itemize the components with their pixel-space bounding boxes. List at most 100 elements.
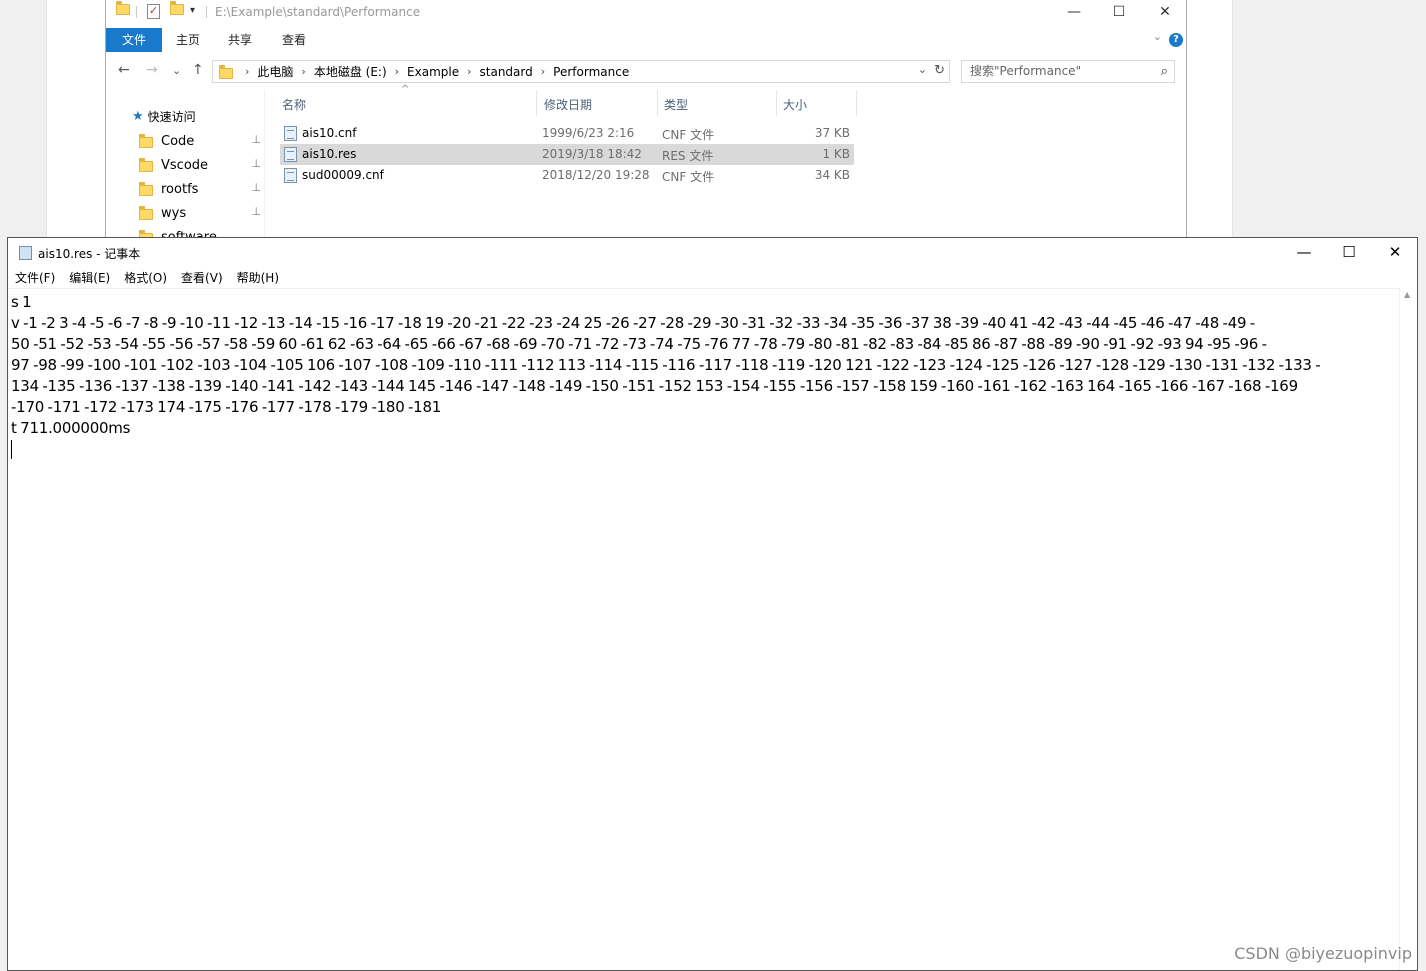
text-line: 50 -51 -52 -53 -54 -55 -56 -57 -58 -59 6… [11, 335, 1267, 353]
qa-folder-icon[interactable] [116, 1, 130, 15]
address-bar[interactable]: › 此电脑 › 本地磁盘 (E:) › Example › standard ›… [212, 60, 950, 83]
folder-icon [139, 134, 153, 148]
pin-icon: ⊥ [251, 205, 261, 218]
scroll-up-arrow-icon[interactable]: ▲ [1404, 290, 1410, 299]
back-arrow-icon[interactable]: ← [118, 62, 130, 78]
menu-file[interactable]: 文件(F) [8, 268, 62, 288]
notepad-window: ais10.res - 记事本 — ☐ ✕ 文件(F) 编辑(E) 格式(O) … [7, 237, 1418, 971]
qa-divider [136, 6, 137, 18]
file-size: 34 KB [814, 168, 850, 182]
pane-divider[interactable] [264, 90, 265, 239]
file-size: 37 KB [814, 126, 850, 140]
column-divider[interactable] [856, 90, 857, 116]
sidebar-item-label: wys [161, 205, 187, 221]
text-line: 97 -98 -99 -100 -101 -102 -103 -104 -105… [11, 356, 1321, 374]
breadcrumb-local-disk[interactable]: 本地磁盘 (E:) [314, 63, 387, 80]
sidebar-item-code[interactable]: Code ⊥ [139, 130, 261, 152]
search-icon[interactable]: ⌕ [1161, 61, 1168, 82]
background-window-right-edge [1187, 0, 1233, 240]
file-row[interactable]: sud00009.cnf 2018/12/20 19:28 CNF 文件 34 … [280, 165, 854, 186]
file-type: RES 文件 [662, 149, 714, 163]
column-divider[interactable] [657, 90, 658, 116]
tab-file[interactable]: 文件 [106, 28, 162, 52]
forward-arrow-icon[interactable]: → [146, 62, 158, 78]
qa-customize-dropdown-icon[interactable]: ▾ [190, 5, 195, 16]
text-caret [11, 440, 12, 459]
file-row[interactable]: ais10.cnf 1999/6/23 2:16 CNF 文件 37 KB [280, 123, 854, 144]
ribbon-tabs: 文件 主页 共享 查看 ⌄ ? [106, 28, 1186, 52]
menu-help[interactable]: 帮助(H) [230, 268, 286, 288]
sidebar-item-rootfs[interactable]: rootfs ⊥ [139, 178, 261, 200]
column-header-date[interactable]: 修改日期 [544, 96, 592, 113]
text-line: s 1 [11, 293, 32, 311]
column-divider[interactable] [536, 90, 537, 116]
explorer-close-button[interactable]: ✕ [1142, 0, 1186, 26]
text-line: 134 -135 -136 -137 -138 -139 -140 -141 -… [11, 377, 1298, 395]
notepad-text-area[interactable]: s 1 v -1 -2 3 -4 -5 -6 -7 -8 -9 -10 -11 … [8, 288, 1399, 970]
explorer-window-title: E:\Example\standard\Performance [215, 5, 421, 19]
column-header-name[interactable]: 名称 [282, 96, 306, 113]
navigation-pane: ★ 快速访问 Code ⊥ Vscode ⊥ rootfs ⊥ wys ⊥ so… [106, 104, 264, 239]
breadcrumb-this-pc[interactable]: 此电脑 [257, 63, 293, 80]
sidebar-item-label: Code [161, 133, 195, 149]
help-icon[interactable]: ? [1169, 33, 1183, 47]
folder-icon [116, 1, 130, 15]
file-type: CNF 文件 [662, 170, 715, 184]
address-dropdown-icon[interactable]: ⌄ [918, 63, 927, 76]
search-input[interactable]: 搜索"Performance" ⌕ [961, 60, 1175, 83]
column-header-type[interactable]: 类型 [664, 96, 688, 113]
sidebar-item-vscode[interactable]: Vscode ⊥ [139, 154, 261, 176]
sidebar-item-label: rootfs [161, 181, 199, 197]
notepad-window-title: ais10.res - 记事本 [38, 247, 141, 261]
notepad-minimize-button[interactable]: — [1281, 238, 1327, 268]
qa-new-folder-icon[interactable] [170, 1, 184, 15]
file-date: 1999/6/23 2:16 [542, 126, 635, 140]
file-size: 1 KB [822, 147, 850, 161]
address-folder-icon [219, 64, 233, 79]
search-placeholder: 搜索"Performance" [970, 64, 1082, 78]
quick-access-header[interactable]: ★ 快速访问 [132, 108, 196, 125]
folder-icon [139, 158, 153, 172]
notepad-close-button[interactable]: ✕ [1372, 238, 1418, 268]
sidebar-item-wys[interactable]: wys ⊥ [139, 202, 261, 224]
ribbon-expand-chevron-icon[interactable]: ⌄ [1153, 30, 1162, 43]
breadcrumb-example[interactable]: Example [407, 65, 459, 79]
menu-edit[interactable]: 编辑(E) [62, 268, 117, 288]
notepad-titlebar[interactable]: ais10.res - 记事本 — ☐ ✕ [8, 238, 1417, 268]
file-name: ais10.res [302, 147, 357, 161]
menu-view[interactable]: 查看(V) [174, 268, 230, 288]
breadcrumb-performance[interactable]: Performance [553, 65, 629, 79]
refresh-icon[interactable]: ↻ [934, 63, 945, 78]
breadcrumb-standard[interactable]: standard [480, 65, 533, 79]
column-divider[interactable] [776, 90, 777, 116]
sidebar-item-label: Vscode [161, 157, 209, 173]
breadcrumb-separator: › [467, 65, 472, 78]
pin-icon: ⊥ [251, 157, 261, 170]
column-header-size[interactable]: 大小 [783, 96, 807, 113]
explorer-maximize-button[interactable]: ☐ [1096, 0, 1142, 26]
folder-icon [139, 182, 153, 196]
file-icon [284, 126, 297, 141]
notepad-maximize-button[interactable]: ☐ [1326, 238, 1372, 268]
file-explorer-window: ✓ ▾ E:\Example\standard\Performance — ☐ … [105, 0, 1187, 240]
explorer-minimize-button[interactable]: — [1051, 0, 1097, 26]
file-list: ^ 名称 修改日期 类型 大小 ais10.cnf 1999/6/23 2:16… [278, 84, 858, 239]
properties-check-icon: ✓ [147, 4, 160, 19]
menu-format[interactable]: 格式(O) [117, 268, 174, 288]
tab-view[interactable]: 查看 [282, 28, 306, 52]
tab-share[interactable]: 共享 [228, 28, 252, 52]
tab-home[interactable]: 主页 [176, 28, 200, 52]
pin-icon: ⊥ [251, 133, 261, 146]
file-row-selected[interactable]: ais10.res 2019/3/18 18:42 RES 文件 1 KB [280, 144, 854, 165]
explorer-titlebar: ✓ ▾ E:\Example\standard\Performance — ☐ … [106, 0, 1186, 26]
recent-locations-chevron-icon[interactable]: ⌄ [172, 64, 181, 77]
vertical-scrollbar[interactable]: ▲ [1399, 288, 1417, 970]
file-name: ais10.cnf [302, 126, 357, 140]
breadcrumb-separator: › [301, 65, 306, 78]
up-arrow-icon[interactable]: ↑ [192, 62, 204, 78]
file-date: 2019/3/18 18:42 [542, 147, 642, 161]
watermark: CSDN @biyezuopinvip [1234, 944, 1412, 963]
qa-properties-icon[interactable]: ✓ [147, 4, 160, 19]
text-line: v -1 -2 3 -4 -5 -6 -7 -8 -9 -10 -11 -12 … [11, 314, 1255, 332]
pin-icon: ⊥ [251, 181, 261, 194]
